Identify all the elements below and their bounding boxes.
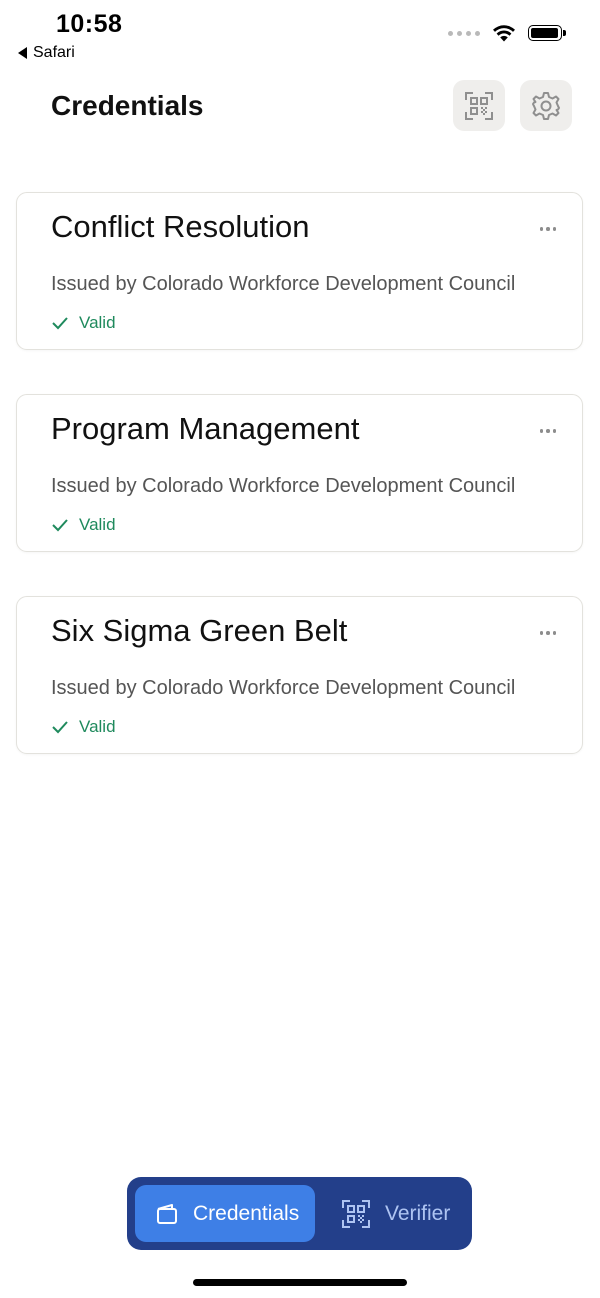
credential-card[interactable]: Conflict Resolution Issued by Colorado W… (16, 192, 583, 350)
more-options-button[interactable] (538, 423, 559, 439)
credential-title: Program Management (51, 411, 360, 446)
status-time: 10:58 (56, 10, 123, 38)
gear-icon (532, 91, 560, 120)
home-indicator[interactable] (193, 1279, 407, 1286)
qr-scan-icon (342, 1199, 370, 1228)
wallet-icon (157, 1203, 177, 1224)
credential-issuer: Issued by Colorado Workforce Development… (51, 677, 516, 699)
tab-credentials[interactable]: Credentials (135, 1185, 315, 1242)
credential-status: Valid (51, 515, 116, 535)
checkmark-icon (52, 519, 68, 532)
back-to-app-button[interactable]: Safari (18, 44, 75, 62)
bottom-tab-bar: Credentials Verifier (127, 1177, 472, 1250)
cellular-signal-icon (448, 30, 480, 36)
credential-title: Six Sigma Green Belt (51, 613, 348, 648)
settings-button[interactable] (520, 80, 572, 131)
checkmark-icon (52, 317, 68, 330)
status-label: Valid (79, 717, 116, 736)
credential-issuer: Issued by Colorado Workforce Development… (51, 475, 516, 497)
more-options-button[interactable] (538, 221, 559, 237)
qr-code-icon (465, 91, 493, 120)
credential-title: Conflict Resolution (51, 209, 310, 244)
tab-verifier[interactable]: Verifier (315, 1185, 450, 1242)
status-indicators (448, 24, 566, 42)
status-label: Valid (79, 313, 116, 332)
page-title: Credentials (51, 90, 204, 121)
wifi-icon (493, 25, 515, 42)
credential-status: Valid (51, 313, 116, 333)
back-app-label: Safari (33, 44, 75, 61)
status-label: Valid (79, 515, 116, 534)
back-triangle-icon (18, 47, 27, 59)
credential-card[interactable]: Program Management Issued by Colorado Wo… (16, 394, 583, 552)
scan-qr-button[interactable] (453, 80, 505, 131)
checkmark-icon (52, 721, 68, 734)
tab-label: Verifier (385, 1201, 451, 1225)
credential-issuer: Issued by Colorado Workforce Development… (51, 273, 516, 295)
credential-card[interactable]: Six Sigma Green Belt Issued by Colorado … (16, 596, 583, 754)
more-options-button[interactable] (538, 625, 559, 641)
battery-icon (528, 25, 566, 41)
credential-status: Valid (51, 717, 116, 737)
tab-label: Credentials (193, 1201, 300, 1225)
